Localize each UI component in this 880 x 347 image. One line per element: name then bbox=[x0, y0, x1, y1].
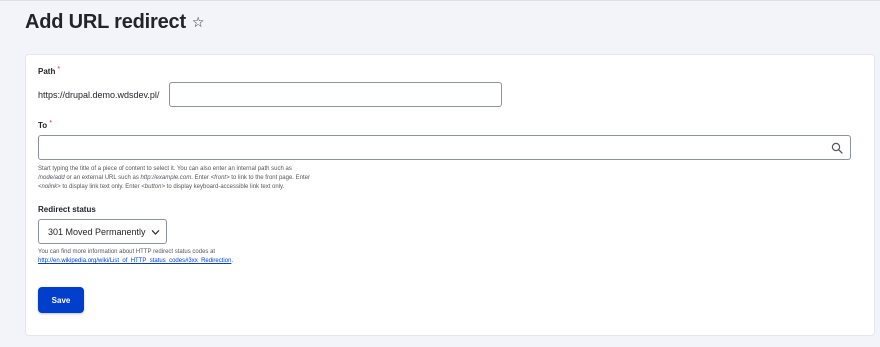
http-status-codes-link[interactable]: http://en.wikipedia.org/wiki/List_of_HTT… bbox=[38, 258, 231, 264]
description-text: to display keyboard-accessible link text… bbox=[164, 184, 285, 190]
to-description: Start typing the title of a piece of con… bbox=[38, 165, 398, 192]
to-input[interactable] bbox=[38, 135, 851, 160]
path-label: Path * bbox=[38, 66, 61, 76]
help-link-suffix: . bbox=[231, 258, 234, 264]
redirect-status-label: Redirect status bbox=[38, 205, 96, 214]
description-code: http://example.com bbox=[140, 175, 192, 181]
description-text: Start typing the title of a piece of con… bbox=[38, 166, 292, 172]
search-icon[interactable] bbox=[831, 142, 843, 154]
description-code: <button> bbox=[141, 184, 165, 190]
required-mark: * bbox=[57, 66, 61, 73]
description-text: to display link text only. Enter bbox=[60, 184, 142, 190]
description-code: <front> bbox=[210, 175, 230, 181]
star-icon[interactable]: ☆ bbox=[192, 15, 205, 29]
redirect-form: Path * https://drupal.demo.wdsdev.pl/ To *… bbox=[25, 54, 875, 336]
page-title: Add URL redirect bbox=[25, 10, 186, 33]
save-button[interactable]: Save bbox=[38, 287, 84, 313]
description-code: /node/add bbox=[38, 175, 65, 181]
to-label: To * bbox=[38, 120, 52, 130]
help-text: You can find more information about HTTP… bbox=[38, 249, 216, 255]
description-text: or an external URL such as bbox=[64, 175, 141, 181]
description-code: <nolink> bbox=[38, 184, 61, 190]
path-label-text: Path bbox=[38, 67, 56, 76]
redirect-status-help: You can find more information about HTTP… bbox=[38, 248, 398, 266]
redirect-status-value: 301 Moved Permanently bbox=[48, 226, 146, 237]
chevron-down-icon bbox=[151, 230, 160, 235]
path-input[interactable] bbox=[169, 82, 502, 107]
redirect-status-select[interactable]: 301 Moved Permanently bbox=[38, 219, 167, 244]
required-mark: * bbox=[49, 120, 52, 127]
description-text: . Enter bbox=[191, 175, 211, 181]
to-label-text: To bbox=[38, 121, 48, 130]
page-header: Add URL redirect ☆ bbox=[25, 8, 204, 36]
path-prefix: https://drupal.demo.wdsdev.pl/ bbox=[38, 90, 160, 100]
description-text: to link to the front page. Enter bbox=[229, 175, 310, 181]
top-divider bbox=[0, 0, 880, 1]
